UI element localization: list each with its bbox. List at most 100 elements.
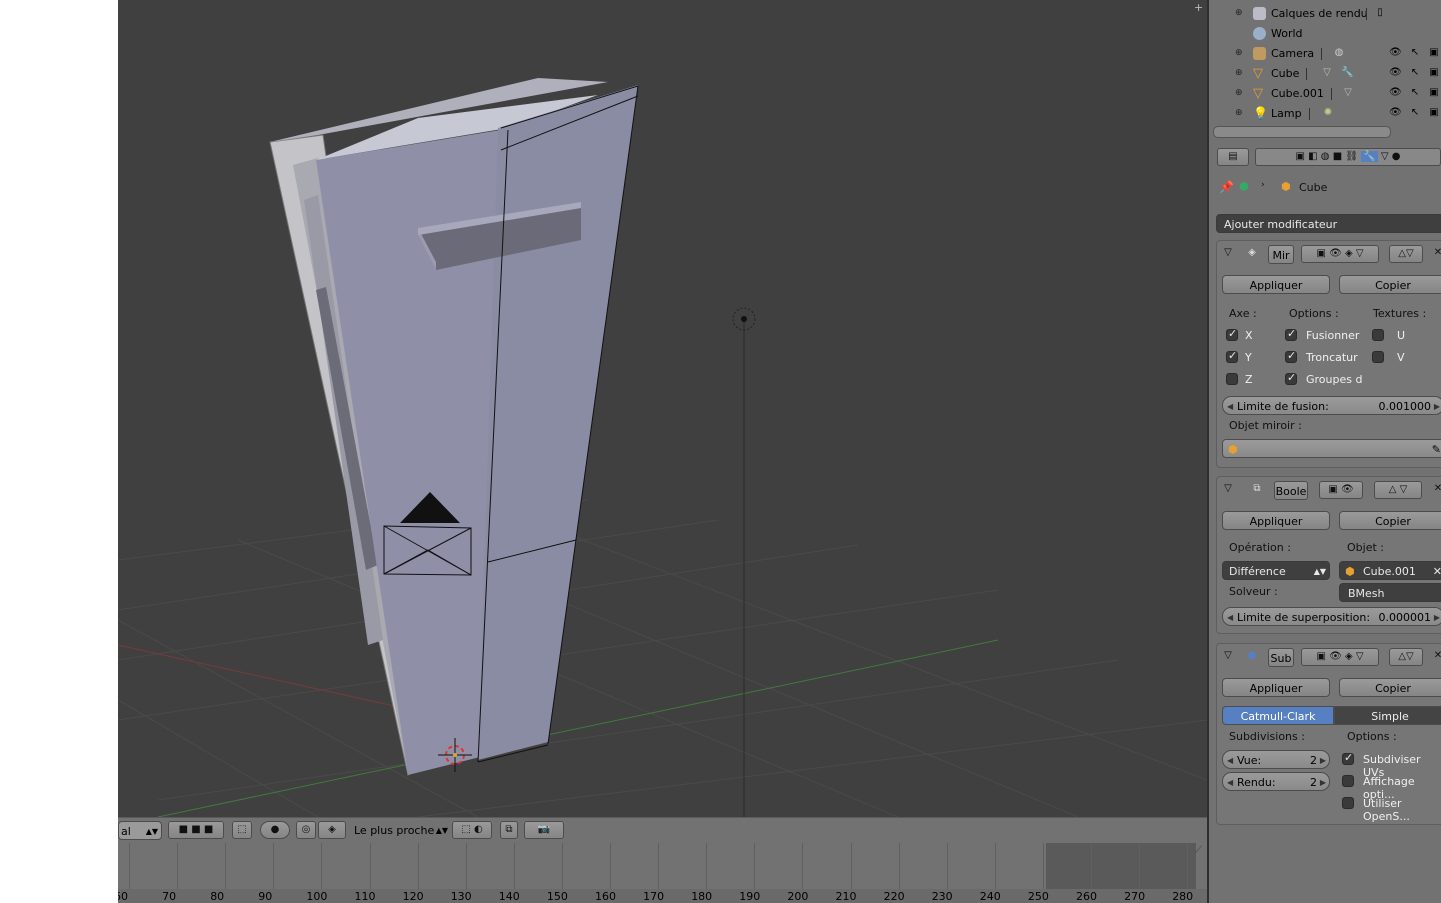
timeline[interactable]: 60 70 80 90 100 110 120 130 140 150 160 170 180 190 20… (118, 843, 1207, 903)
pivot-select[interactable]: ● (260, 821, 290, 839)
use-opensubdiv-checkbox[interactable] (1342, 797, 1354, 809)
decrement-arrow-icon[interactable]: ◀ (1227, 608, 1233, 627)
close-icon[interactable]: ✕ (1431, 246, 1441, 260)
subsurf-visibility-toggles[interactable]: ▣ 👁 ◈ ▽ (1301, 648, 1379, 666)
render-tab-icon[interactable]: ▣ (1296, 151, 1305, 162)
outliner-row-world[interactable]: World (1209, 24, 1441, 44)
move-up-down-buttons[interactable]: △▽ (1389, 648, 1423, 666)
shading-buttons[interactable]: ■ ■ ■ (168, 821, 224, 839)
eye-icon[interactable]: 👁 (1389, 47, 1402, 59)
increment-arrow-icon[interactable]: ▶ (1434, 397, 1440, 416)
mirror-visibility-toggles[interactable]: ▣ 👁 ◈ ▽ (1301, 245, 1379, 263)
render-levels-field[interactable]: ◀ Rendu: 2 ▶ (1222, 772, 1330, 791)
optimal-display-checkbox[interactable] (1342, 775, 1354, 787)
render-icon[interactable]: ▣ (1428, 87, 1440, 99)
axis-y-checkbox[interactable] (1226, 349, 1238, 363)
editor-type-select[interactable]: ▤ (1217, 148, 1249, 166)
boolean-copy-button[interactable]: Copier (1339, 511, 1441, 530)
view-levels-field[interactable]: ◀ Vue: 2 ▶ (1222, 750, 1330, 769)
eye-icon[interactable]: 👁 (1389, 87, 1402, 99)
mode-select[interactable]: al ▲▼ (118, 821, 162, 840)
eye-icon[interactable]: 👁 (1389, 67, 1402, 79)
subsurf-name-field[interactable]: Sub (1268, 648, 1294, 667)
subdivide-uvs-checkbox[interactable] (1342, 751, 1354, 765)
collapse-arrow-icon[interactable]: ▽ (1221, 246, 1235, 260)
merge-checkbox[interactable] (1285, 327, 1297, 341)
subsurf-copy-button[interactable]: Copier (1339, 678, 1441, 697)
pin-icon[interactable]: 📌 (1219, 180, 1234, 194)
merge-limit-field[interactable]: ◀ Limite de fusion: 0.001000 ▶ (1222, 396, 1441, 415)
axis-z-checkbox[interactable] (1226, 373, 1238, 385)
cursor-icon[interactable]: ↖ (1409, 47, 1421, 59)
3d-viewport[interactable]: + (118, 0, 1207, 817)
properties-tabs[interactable]: ▣ ◧ ◍ ■ ⛓ 🔧 ▽ ● (1255, 148, 1441, 166)
expand-icon[interactable]: ⊕ (1235, 49, 1243, 58)
corner-hatch-icon[interactable]: ⟋ (1195, 845, 1205, 856)
cursor-icon[interactable]: ↖ (1409, 87, 1421, 99)
boolean-apply-button[interactable]: Appliquer (1222, 511, 1330, 530)
outliner-scrollbar[interactable] (1213, 126, 1391, 138)
render-icon[interactable]: ▣ (1428, 67, 1440, 79)
render-icon[interactable]: ▣ (1428, 47, 1440, 59)
catmull-clark-tab[interactable]: Catmull-Clark (1222, 706, 1334, 725)
material-tab-icon[interactable]: ● (1392, 151, 1401, 162)
texture-u-checkbox[interactable] (1372, 329, 1384, 341)
snap-options[interactable]: ⬚ ◐ (452, 821, 492, 839)
layer-select[interactable]: ◈ (318, 821, 346, 839)
axis-x-checkbox[interactable] (1226, 327, 1238, 341)
boolean-object-field[interactable]: ⬢ Cube.001 ✕ (1339, 561, 1441, 580)
decrement-arrow-icon[interactable]: ◀ (1227, 773, 1233, 792)
proportional-edit-button[interactable]: ⧉ (500, 821, 518, 839)
constraints-tab-icon[interactable]: ⛓ (1345, 151, 1358, 162)
expand-icon[interactable]: ⊕ (1235, 89, 1243, 98)
mesh-select-mode-button[interactable]: ⬚ (232, 821, 252, 839)
add-modifier-select[interactable]: Ajouter modificateur (1216, 214, 1441, 233)
eye-icon[interactable]: 👁 (1389, 107, 1402, 119)
outliner-row-cube001[interactable]: ⊕ ▽ Cube.001 ▽ 👁 ↖ ▣ (1209, 84, 1441, 104)
vertex-groups-checkbox[interactable] (1285, 371, 1297, 385)
modifiers-tab-icon[interactable]: 🔧 (1361, 151, 1378, 162)
cursor-icon[interactable]: ↖ (1409, 67, 1421, 79)
scene-tab-icon[interactable]: ◧ (1308, 151, 1317, 162)
render-icon[interactable]: ▣ (1428, 107, 1440, 119)
mirror-object-field[interactable]: ⬢ ✎ (1222, 439, 1441, 458)
snap-target-select[interactable]: Le plus proche ▲▼ (348, 821, 450, 840)
collapse-arrow-icon[interactable]: ▽ (1221, 482, 1235, 496)
cursor-icon[interactable]: ↖ (1409, 107, 1421, 119)
close-icon[interactable]: ✕ (1431, 649, 1441, 663)
operation-select[interactable]: Différence ▲▼ (1222, 561, 1330, 580)
outliner-row-lamp[interactable]: ⊕ 💡 Lamp ✺ 👁 ↖ ▣ (1209, 104, 1441, 124)
boolean-name-field[interactable]: Boole (1274, 481, 1308, 500)
mirror-apply-button[interactable]: Appliquer (1222, 275, 1330, 294)
mirror-copy-button[interactable]: Copier (1339, 275, 1441, 294)
expand-icon[interactable]: ⊕ (1235, 109, 1243, 118)
object-tab-icon[interactable]: ■ (1333, 151, 1342, 162)
close-icon[interactable]: ✕ (1431, 482, 1441, 496)
move-up-down-buttons[interactable]: △▽ (1389, 245, 1423, 263)
render-buttons[interactable]: 📷 (524, 821, 564, 839)
subsurf-apply-button[interactable]: Appliquer (1222, 678, 1330, 697)
mirror-name-field[interactable]: Mir (1268, 245, 1294, 264)
move-up-down-buttons[interactable]: △ ▽ (1374, 481, 1422, 499)
data-tab-icon[interactable]: ▽ (1381, 151, 1389, 162)
simple-tab[interactable]: Simple (1334, 706, 1441, 725)
overlap-threshold-field[interactable]: ◀ Limite de superposition: 0.000001 ▶ (1222, 607, 1441, 626)
increment-arrow-icon[interactable]: ▶ (1434, 608, 1440, 627)
outliner-row-cube[interactable]: ⊕ ▽ Cube ▽ 🔧 👁 ↖ ▣ (1209, 64, 1441, 84)
increment-arrow-icon[interactable]: ▶ (1320, 773, 1326, 792)
texture-v-checkbox[interactable] (1372, 351, 1384, 363)
decrement-arrow-icon[interactable]: ◀ (1227, 397, 1233, 416)
expand-icon[interactable]: ⊕ (1235, 69, 1243, 78)
decrement-arrow-icon[interactable]: ◀ (1227, 751, 1233, 770)
solver-select[interactable]: BMesh (1339, 583, 1441, 602)
eyedropper-icon[interactable]: ✎ (1432, 440, 1441, 459)
outliner-row-camera[interactable]: ⊕ Camera ◍ 👁 ↖ ▣ (1209, 44, 1441, 64)
clear-icon[interactable]: ✕ (1433, 562, 1441, 581)
collapse-arrow-icon[interactable]: ▽ (1221, 649, 1235, 663)
increment-arrow-icon[interactable]: ▶ (1320, 751, 1326, 770)
manipulator-icon[interactable]: ◎ (296, 821, 316, 839)
clipping-checkbox[interactable] (1285, 349, 1297, 363)
world-tab-icon[interactable]: ◍ (1321, 151, 1330, 162)
boolean-visibility-toggles[interactable]: ▣ 👁 (1319, 481, 1363, 499)
outliner-row-render-layers[interactable]: ⊕ Calques de rendu ▯ (1209, 4, 1441, 24)
